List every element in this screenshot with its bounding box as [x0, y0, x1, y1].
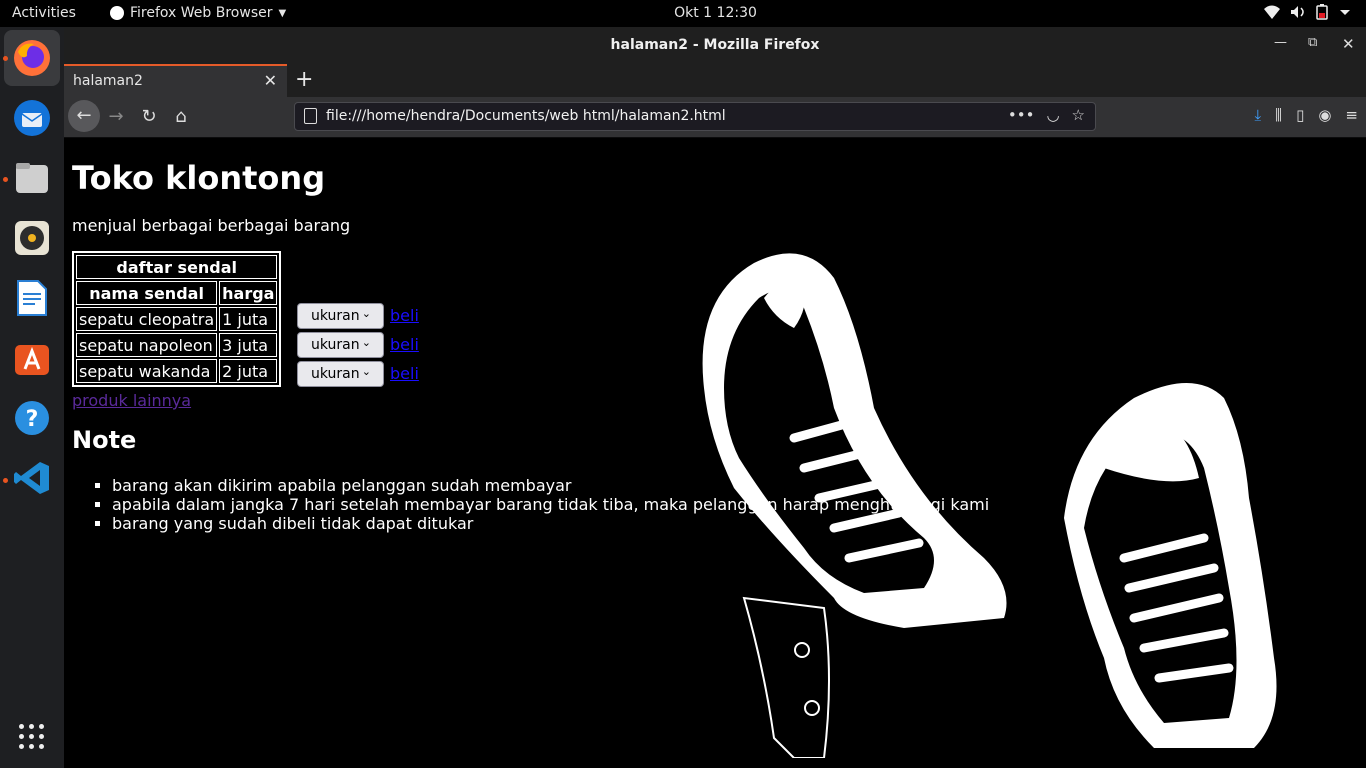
url-bar[interactable]: file:///home/hendra/Documents/web html/h…: [294, 102, 1096, 131]
dock-vscode[interactable]: [11, 457, 53, 499]
note-heading: Note: [72, 426, 137, 454]
product-price: 2 juta: [219, 359, 278, 383]
maximize-icon[interactable]: ⧉: [1308, 35, 1317, 50]
size-select[interactable]: ukuran ⌄: [297, 360, 384, 387]
size-select[interactable]: ukuran ⌄: [297, 302, 384, 329]
page-viewport: Toko klontong menjual berbagai berbagai …: [64, 138, 1366, 768]
sidebar-icon[interactable]: ▯: [1296, 106, 1304, 124]
dock-help[interactable]: ?: [11, 397, 53, 439]
account-icon[interactable]: ◉: [1318, 106, 1331, 124]
home-icon[interactable]: ⌂: [167, 103, 195, 131]
top-bar: Activities Firefox Web Browser ▼ Okt 1 1…: [0, 0, 1366, 27]
buy-link[interactable]: beli: [390, 335, 419, 354]
firefox-icon: [14, 40, 50, 76]
size-select-label: ukuran: [311, 365, 360, 382]
dock-firefox[interactable]: [4, 30, 60, 86]
volume-icon: [1291, 6, 1304, 18]
running-indicator: [3, 56, 8, 61]
tab-bar: halaman2 ✕ +: [64, 64, 1366, 97]
forward-icon[interactable]: →: [102, 103, 130, 131]
buy-link[interactable]: beli: [390, 364, 419, 383]
buy-controls: ukuran ⌄ beli ukuran ⌄ beli ukuran ⌄ beli: [297, 301, 419, 388]
other-products-link[interactable]: produk lainnya: [72, 391, 989, 410]
header-price: harga: [219, 281, 278, 305]
table-caption: daftar sendal: [76, 255, 278, 279]
notes-list: barang akan dikirim apabila pelanggan su…: [72, 476, 989, 533]
table-row: sepatu napoleon 3 juta: [76, 333, 278, 357]
window-title: halaman2 - Mozilla Firefox: [610, 37, 820, 53]
help-icon: ?: [15, 401, 49, 435]
window-titlebar: halaman2 - Mozilla Firefox — ⧉ ✕: [64, 27, 1366, 64]
product-name: sepatu napoleon: [76, 333, 218, 357]
rhythmbox-icon: [15, 221, 49, 255]
library-icon[interactable]: ⫼: [1275, 106, 1282, 124]
running-indicator: [3, 177, 8, 182]
dock-thunderbird[interactable]: [11, 97, 53, 139]
page-icon: [304, 108, 317, 124]
size-select-label: ukuran: [311, 307, 360, 324]
show-applications-icon[interactable]: [19, 724, 45, 750]
list-item: barang yang sudah dibeli tidak dapat dit…: [112, 514, 989, 533]
chevron-down-icon: ⌄: [361, 364, 371, 378]
product-price: 3 juta: [219, 333, 278, 357]
battery-icon: [1316, 4, 1328, 20]
product-price: 1 juta: [219, 307, 278, 331]
software-center-icon: [15, 345, 49, 375]
list-item: barang akan dikirim apabila pelanggan su…: [112, 476, 989, 495]
libreoffice-writer-icon: [17, 280, 47, 316]
table-row: sepatu cleopatra 1 juta: [76, 307, 278, 331]
nav-toolbar: ← → ↻ ⌂ file:///home/hendra/Documents/we…: [64, 97, 1366, 138]
vscode-icon: [14, 462, 49, 494]
page-subtitle: menjual berbagai berbagai barang: [72, 216, 351, 235]
system-tray[interactable]: [1264, 4, 1352, 20]
clock[interactable]: Okt 1 12:30: [0, 5, 1366, 21]
dock-rhythmbox[interactable]: [11, 217, 53, 259]
product-name: sepatu wakanda: [76, 359, 218, 383]
page-actions-icon[interactable]: •••: [1008, 106, 1035, 124]
svg-text:?: ?: [26, 407, 39, 432]
url-text[interactable]: file:///home/hendra/Documents/web html/h…: [326, 108, 726, 124]
thunderbird-icon: [14, 100, 50, 136]
list-item: apabila dalam jangka 7 hari setelah memb…: [112, 495, 989, 514]
running-indicator: [3, 478, 8, 483]
hamburger-menu-icon[interactable]: ≡: [1345, 106, 1358, 124]
reload-icon[interactable]: ↻: [135, 103, 163, 131]
new-tab-icon[interactable]: +: [295, 67, 313, 92]
minimize-icon[interactable]: —: [1274, 35, 1287, 50]
wifi-icon: [1264, 5, 1280, 19]
dock-software[interactable]: [11, 337, 53, 379]
bookmark-star-icon[interactable]: ☆: [1072, 106, 1085, 124]
buy-link[interactable]: beli: [390, 306, 419, 325]
size-select[interactable]: ukuran ⌄: [297, 331, 384, 358]
dock-writer[interactable]: [11, 277, 53, 319]
size-select-label: ukuran: [311, 336, 360, 353]
dock-files[interactable]: [11, 157, 53, 199]
tab-label: halaman2: [73, 73, 143, 89]
chevron-down-icon: ⌄: [361, 306, 371, 320]
tab-close-icon[interactable]: ✕: [264, 71, 277, 90]
dock: ?: [0, 27, 64, 768]
tab-halaman2[interactable]: halaman2 ✕: [64, 64, 287, 97]
downloads-icon[interactable]: ⤓: [1255, 106, 1262, 124]
back-icon[interactable]: ←: [68, 100, 100, 132]
close-window-icon[interactable]: ✕: [1342, 35, 1355, 53]
table-row: sepatu wakanda 2 juta: [76, 359, 278, 383]
page-title: Toko klontong: [72, 159, 326, 197]
files-icon: [16, 163, 48, 193]
pocket-icon[interactable]: ◡: [1046, 106, 1059, 124]
product-name: sepatu cleopatra: [76, 307, 218, 331]
chevron-down-icon: ⌄: [361, 335, 371, 349]
product-table: daftar sendal nama sendal harga sepatu c…: [72, 251, 282, 387]
power-menu-icon: [1340, 10, 1350, 15]
header-name: nama sendal: [76, 281, 218, 305]
